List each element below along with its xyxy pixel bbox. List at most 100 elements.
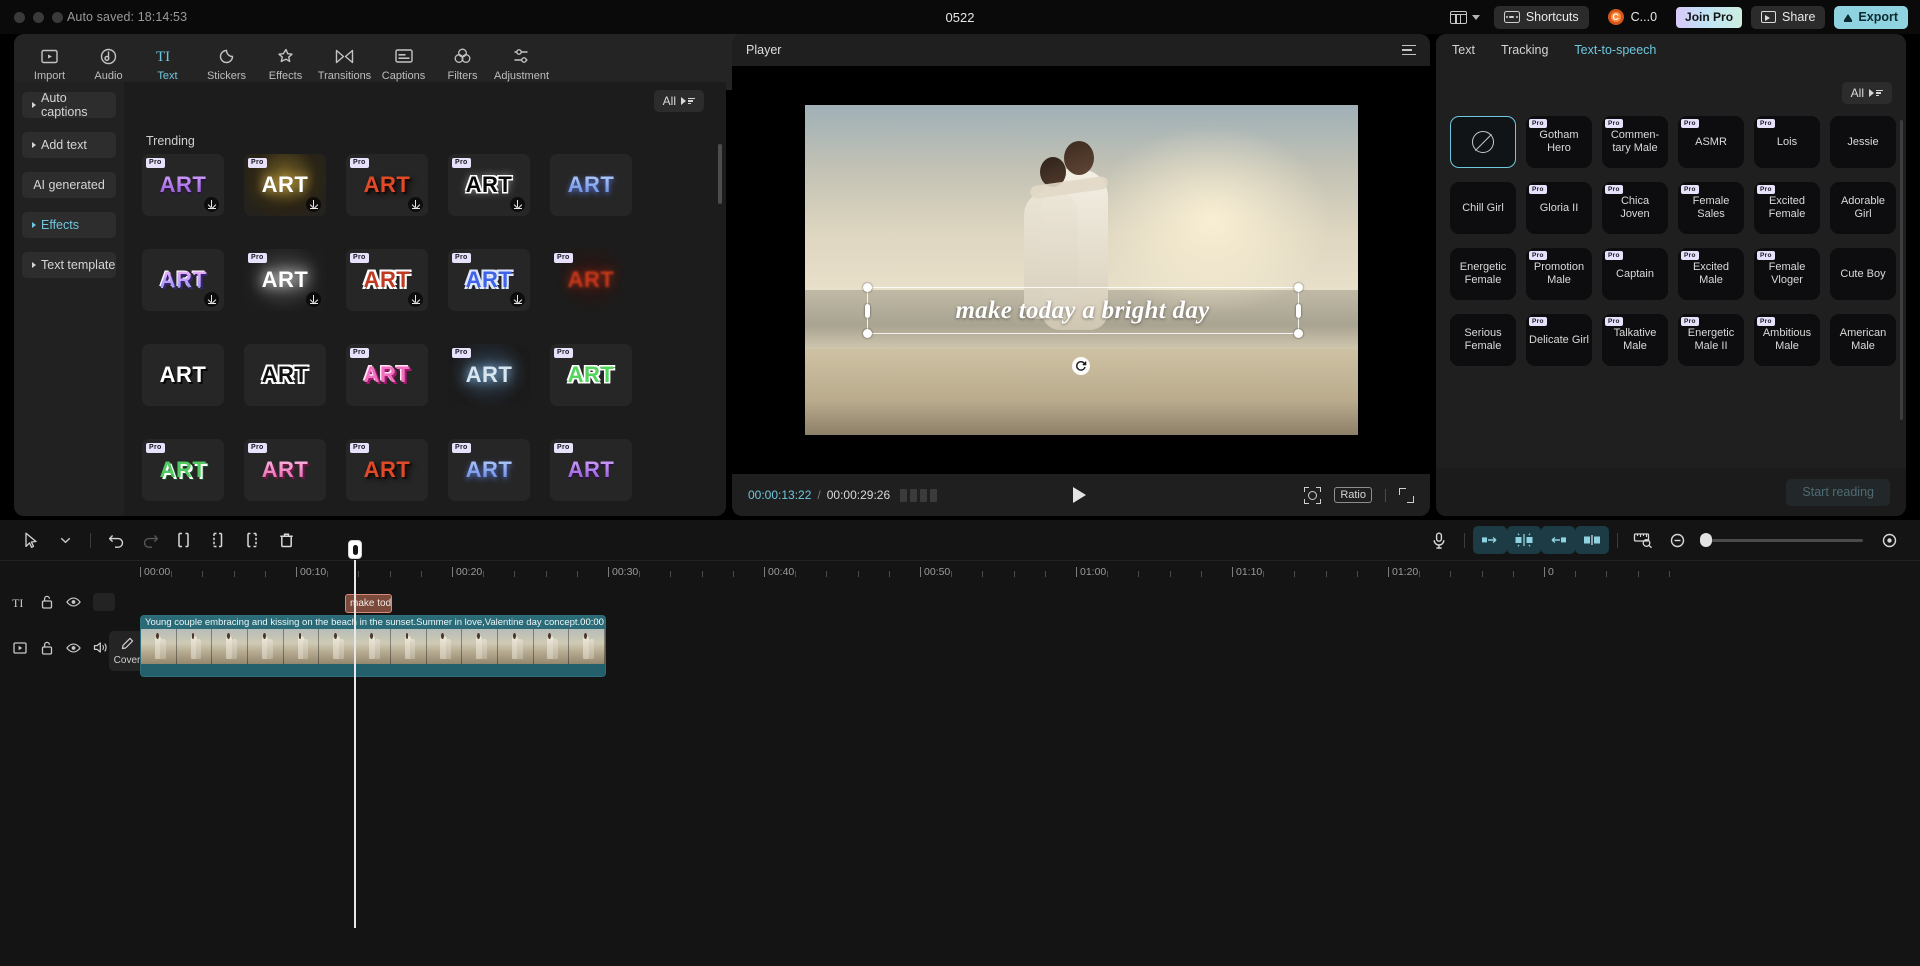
voice-option[interactable]: Pro Talkative Male xyxy=(1602,314,1668,366)
text-template-card[interactable]: Pro ART xyxy=(244,439,326,501)
text-clip[interactable]: make toda xyxy=(345,594,392,613)
tab-tracking[interactable]: Tracking xyxy=(1501,43,1548,57)
keyframe-add-icon[interactable] xyxy=(1507,526,1541,554)
voice-option[interactable]: Pro Promotion Male xyxy=(1526,248,1592,300)
minimize-window-dot[interactable] xyxy=(33,11,44,23)
sidebar-item-add-text[interactable]: Add text xyxy=(22,132,116,158)
frames-icon[interactable] xyxy=(900,488,938,502)
crop-zoom-icon[interactable] xyxy=(1304,486,1322,504)
resize-handle-top-left[interactable] xyxy=(862,283,872,292)
text-template-card[interactable]: Pro ART xyxy=(448,154,530,216)
start-reading-button[interactable]: Start reading xyxy=(1786,478,1890,506)
voice-option[interactable]: Chill Girl xyxy=(1450,182,1516,234)
voice-option-none[interactable] xyxy=(1450,116,1516,168)
download-icon[interactable] xyxy=(510,292,525,307)
mirror-icon[interactable] xyxy=(1575,526,1609,554)
tab-text-to-speech[interactable]: Text-to-speech xyxy=(1574,43,1656,57)
speaker-icon[interactable] xyxy=(93,640,108,655)
tab-text[interactable]: TI Text xyxy=(138,43,197,82)
voice-option[interactable]: Pro Ambitious Male xyxy=(1754,314,1820,366)
text-template-card[interactable]: Pro ART xyxy=(550,439,632,501)
voice-option[interactable]: Pro Chica Joven xyxy=(1602,182,1668,234)
trash-icon[interactable] xyxy=(269,526,303,554)
tab-audio[interactable]: Audio xyxy=(79,43,138,82)
voice-filter-button[interactable]: All xyxy=(1841,82,1892,104)
shortcuts-button[interactable]: Shortcuts xyxy=(1493,5,1589,29)
account-button[interactable]: C C...0 xyxy=(1598,6,1667,29)
close-window-dot[interactable] xyxy=(14,11,25,23)
sidebar-item-text-template[interactable]: Text template xyxy=(22,252,116,278)
rotate-handle-icon[interactable] xyxy=(1072,357,1090,375)
voice-option[interactable]: Pro Commen-​tary Male xyxy=(1602,116,1668,168)
download-icon[interactable] xyxy=(306,292,321,307)
share-button[interactable]: Share xyxy=(1751,5,1826,29)
redo-icon[interactable] xyxy=(133,526,167,554)
resize-handle-bottom-left[interactable] xyxy=(862,329,872,338)
lock-icon[interactable] xyxy=(39,595,54,610)
current-time[interactable]: 00:00:13:22 xyxy=(748,488,811,502)
text-template-card[interactable]: ART xyxy=(142,344,224,406)
playhead-handle[interactable] xyxy=(347,540,362,559)
text-template-card[interactable]: ART xyxy=(244,344,326,406)
voice-option[interactable]: Energetic Female xyxy=(1450,248,1516,300)
sidebar-item-effects[interactable]: Effects xyxy=(22,212,116,238)
maximize-window-dot[interactable] xyxy=(52,11,63,23)
voice-option[interactable]: Jessie xyxy=(1830,116,1896,168)
tab-adjustment[interactable]: Adjustment xyxy=(492,43,551,82)
text-template-card[interactable]: Pro ART xyxy=(244,154,326,216)
text-template-card[interactable]: Pro ART xyxy=(448,439,530,501)
eye-icon[interactable] xyxy=(66,595,81,610)
split-icon[interactable] xyxy=(201,526,235,554)
voice-option[interactable]: Pro ASMR xyxy=(1678,116,1744,168)
zoom-slider[interactable] xyxy=(1700,533,1863,547)
fullscreen-icon[interactable] xyxy=(1399,487,1414,503)
resize-handle-top-right[interactable] xyxy=(1293,283,1303,292)
text-template-card[interactable]: Pro ART xyxy=(448,249,530,311)
voice-option[interactable]: Serious Female xyxy=(1450,314,1516,366)
left-filter-button[interactable]: All xyxy=(653,90,704,112)
video-clip[interactable]: Young couple embracing and kissing on th… xyxy=(140,615,606,677)
undo-icon[interactable] xyxy=(99,526,133,554)
resize-handle-bottom-right[interactable] xyxy=(1293,329,1303,338)
play-icon[interactable] xyxy=(1073,487,1086,503)
download-icon[interactable] xyxy=(510,197,525,212)
voice-option[interactable]: Pro Lois xyxy=(1754,116,1820,168)
tab-filters[interactable]: Filters xyxy=(433,43,492,82)
tab-transitions[interactable]: Transitions xyxy=(315,43,374,82)
voice-option[interactable]: Pro Captain xyxy=(1602,248,1668,300)
voice-option[interactable]: Pro Gotham Hero xyxy=(1526,116,1592,168)
left-scrollbar[interactable] xyxy=(718,144,722,204)
right-scrollbar[interactable] xyxy=(1900,120,1903,420)
text-template-card[interactable]: Pro ART xyxy=(346,249,428,311)
download-icon[interactable] xyxy=(204,292,219,307)
voice-option[interactable]: Pro Gloria II xyxy=(1526,182,1592,234)
video-preview[interactable]: make today a bright day xyxy=(804,105,1358,435)
download-icon[interactable] xyxy=(408,197,423,212)
voice-option[interactable]: Pro Female Vloger xyxy=(1754,248,1820,300)
download-icon[interactable] xyxy=(204,197,219,212)
trim-right-icon[interactable] xyxy=(235,526,269,554)
text-overlay-box[interactable]: make today a bright day xyxy=(862,283,1303,338)
keyframe-next-icon[interactable] xyxy=(1541,526,1575,554)
sidebar-item-auto-captions[interactable]: Auto captions xyxy=(22,91,116,119)
trim-left-icon[interactable] xyxy=(167,526,201,554)
tab-text-properties[interactable]: Text xyxy=(1452,43,1475,57)
tool-dropdown[interactable] xyxy=(48,526,82,554)
text-template-card[interactable]: Pro ART xyxy=(550,249,632,311)
text-template-card[interactable]: Pro ART xyxy=(448,344,530,406)
tab-effects[interactable]: Effects xyxy=(256,43,315,82)
voice-option[interactable]: American Male xyxy=(1830,314,1896,366)
voice-option[interactable]: Pro Excited Female xyxy=(1754,182,1820,234)
voice-option[interactable]: Pro Female Sales xyxy=(1678,182,1744,234)
tab-stickers[interactable]: Stickers xyxy=(197,43,256,82)
layout-button[interactable] xyxy=(1445,8,1485,27)
tab-import[interactable]: Import xyxy=(20,43,79,82)
text-template-card[interactable]: Pro ART xyxy=(142,154,224,216)
ratio-button[interactable]: Ratio xyxy=(1334,487,1372,503)
microphone-icon[interactable] xyxy=(1422,526,1456,554)
ruler-icon[interactable] xyxy=(1626,526,1660,554)
lock-icon[interactable] xyxy=(39,640,54,655)
window-controls[interactable] xyxy=(14,11,63,23)
playhead[interactable] xyxy=(347,540,362,928)
voice-option[interactable]: Pro Energetic Male II xyxy=(1678,314,1744,366)
